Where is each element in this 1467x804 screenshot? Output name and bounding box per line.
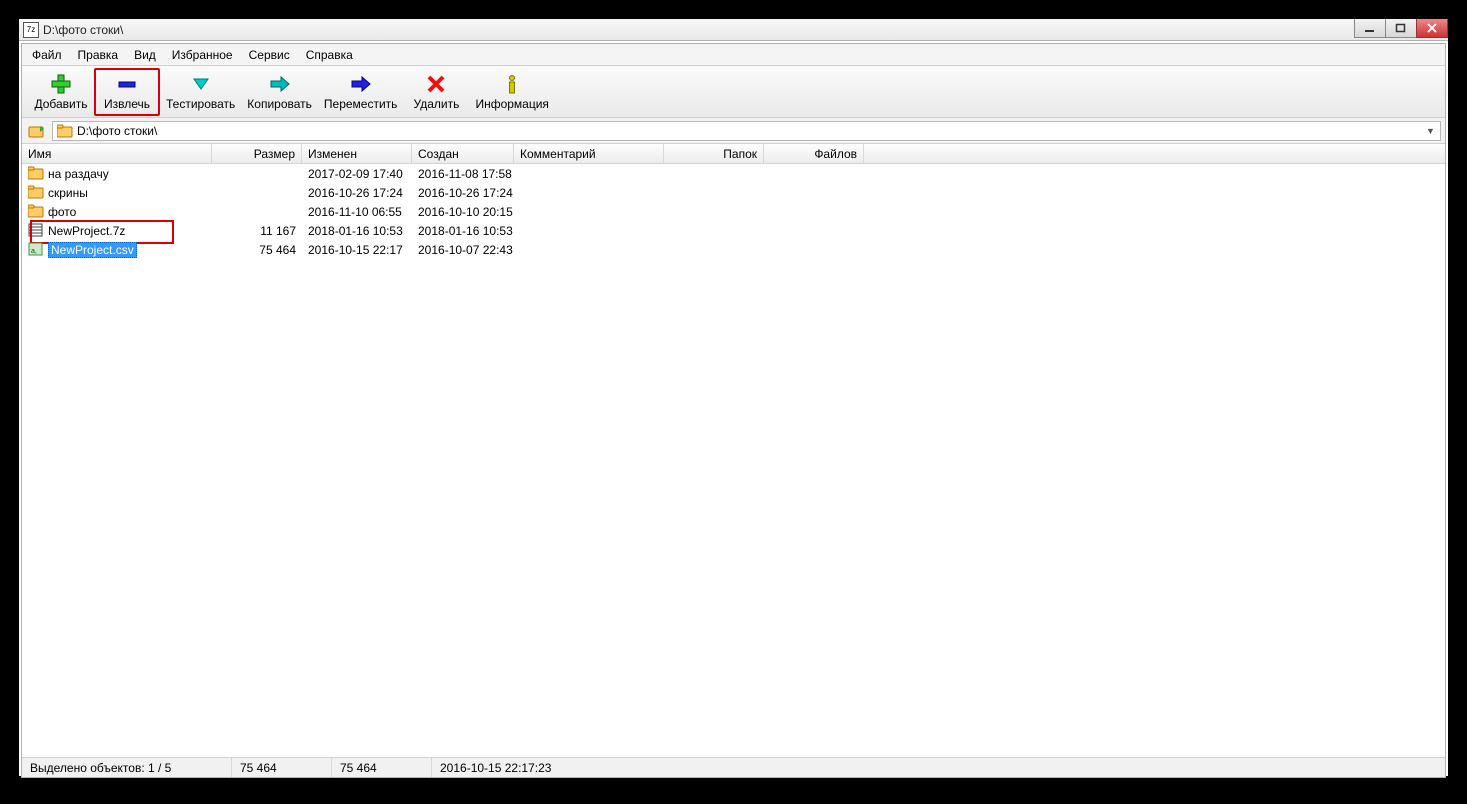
folder-up-icon	[28, 123, 46, 139]
check-icon	[190, 73, 212, 95]
header-created[interactable]: Создан	[412, 144, 514, 163]
file-modified: 2016-11-10 06:55	[302, 205, 412, 219]
header-size[interactable]: Размер	[212, 144, 302, 163]
menu-favorites[interactable]: Избранное	[164, 46, 241, 64]
chevron-down-icon[interactable]: ▼	[1423, 124, 1438, 139]
table-row[interactable]: на раздачу 2017-02-09 17:402016-11-08 17:…	[22, 164, 1445, 183]
info-button[interactable]: Информация	[469, 68, 554, 116]
file-name: скрины	[48, 186, 88, 200]
status-time: 2016-10-15 22:17:23	[432, 758, 1445, 777]
file-created: 2016-10-10 20:15	[412, 205, 514, 219]
header-comment[interactable]: Комментарий	[514, 144, 664, 163]
menu-edit[interactable]: Правка	[70, 46, 127, 64]
folder-icon	[57, 124, 73, 138]
list-body[interactable]: на раздачу 2017-02-09 17:402016-11-08 17:…	[22, 164, 1445, 757]
app-icon: 7z	[23, 22, 39, 38]
address-bar: D:\фото стоки\ ▼	[22, 118, 1445, 144]
extract-label: Извлечь	[104, 97, 150, 111]
extract-button[interactable]: Извлечь	[94, 68, 160, 116]
toolbar: Добавить Извлечь Тестировать Копировать	[22, 66, 1445, 118]
archive-icon	[28, 223, 44, 239]
window-controls	[1355, 19, 1448, 39]
copy-button[interactable]: Копировать	[241, 68, 318, 116]
file-created: 2018-01-16 10:53	[412, 224, 514, 238]
table-row[interactable]: скрины 2016-10-26 17:242016-10-26 17:24	[22, 183, 1445, 202]
table-row[interactable]: фото 2016-11-10 06:552016-10-10 20:15	[22, 202, 1445, 221]
info-icon	[501, 73, 523, 95]
file-modified: 2016-10-26 17:24	[302, 186, 412, 200]
file-created: 2016-10-26 17:24	[412, 186, 514, 200]
folder-icon	[28, 185, 44, 201]
file-created: 2016-11-08 17:58	[412, 167, 514, 181]
x-icon	[425, 73, 447, 95]
file-name: NewProject.7z	[48, 224, 125, 238]
move-label: Переместить	[324, 97, 398, 111]
csv-icon: a,	[28, 242, 44, 258]
close-button[interactable]	[1416, 19, 1448, 38]
statusbar: Выделено объектов: 1 / 5 75 464 75 464 2…	[22, 757, 1445, 777]
file-modified: 2016-10-15 22:17	[302, 243, 412, 257]
file-created: 2016-10-07 22:43	[412, 243, 514, 257]
header-files[interactable]: Файлов	[764, 144, 864, 163]
file-size: 75 464	[212, 243, 302, 257]
add-label: Добавить	[34, 97, 87, 111]
up-button[interactable]	[26, 121, 48, 141]
file-name: на раздачу	[48, 167, 109, 181]
delete-button[interactable]: Удалить	[403, 68, 469, 116]
menubar: Файл Правка Вид Избранное Сервис Справка	[22, 44, 1445, 66]
menu-view[interactable]: Вид	[126, 46, 164, 64]
table-row[interactable]: NewProject.7z11 1672018-01-16 10:532018-…	[22, 221, 1445, 240]
header-folders[interactable]: Папок	[664, 144, 764, 163]
table-row[interactable]: a, NewProject.csv 75 4642016-10-15 22:1720…	[22, 240, 1445, 259]
status-size2: 75 464	[332, 758, 432, 777]
path-combo[interactable]: D:\фото стоки\ ▼	[52, 121, 1441, 141]
window-title: D:\фото стоки\	[43, 23, 123, 37]
file-name: фото	[48, 205, 76, 219]
menu-help[interactable]: Справка	[298, 46, 361, 64]
test-button[interactable]: Тестировать	[160, 68, 241, 116]
copy-arrow-icon	[269, 73, 291, 95]
svg-text:a,: a,	[31, 248, 37, 255]
move-button[interactable]: Переместить	[318, 68, 404, 116]
client-area: Файл Правка Вид Избранное Сервис Справка…	[21, 43, 1446, 778]
file-list: Имя Размер Изменен Создан Комментарий Па…	[22, 144, 1445, 757]
status-size1: 75 464	[232, 758, 332, 777]
file-modified: 2017-02-09 17:40	[302, 167, 412, 181]
delete-label: Удалить	[414, 97, 460, 111]
menu-file[interactable]: Файл	[24, 46, 70, 64]
app-window: 7z D:\фото стоки\ Файл Правка Вид Избран…	[18, 18, 1449, 777]
titlebar[interactable]: 7z D:\фото стоки\	[19, 19, 1448, 41]
folder-icon	[28, 166, 44, 182]
folder-icon	[28, 204, 44, 220]
minimize-button[interactable]	[1354, 19, 1386, 38]
status-selection: Выделено объектов: 1 / 5	[22, 758, 232, 777]
copy-label: Копировать	[247, 97, 312, 111]
test-label: Тестировать	[166, 97, 235, 111]
info-label: Информация	[475, 97, 548, 111]
file-size: 11 167	[212, 224, 302, 238]
file-modified: 2018-01-16 10:53	[302, 224, 412, 238]
maximize-button[interactable]	[1385, 19, 1417, 38]
add-button[interactable]: Добавить	[28, 68, 94, 116]
move-arrow-icon	[350, 73, 372, 95]
minus-icon	[116, 73, 138, 95]
header-modified[interactable]: Изменен	[302, 144, 412, 163]
file-name: NewProject.csv	[48, 242, 137, 258]
menu-tools[interactable]: Сервис	[241, 46, 298, 64]
column-headers: Имя Размер Изменен Создан Комментарий Па…	[22, 144, 1445, 164]
plus-icon	[50, 73, 72, 95]
path-text: D:\фото стоки\	[77, 124, 157, 138]
header-name[interactable]: Имя	[22, 144, 212, 163]
